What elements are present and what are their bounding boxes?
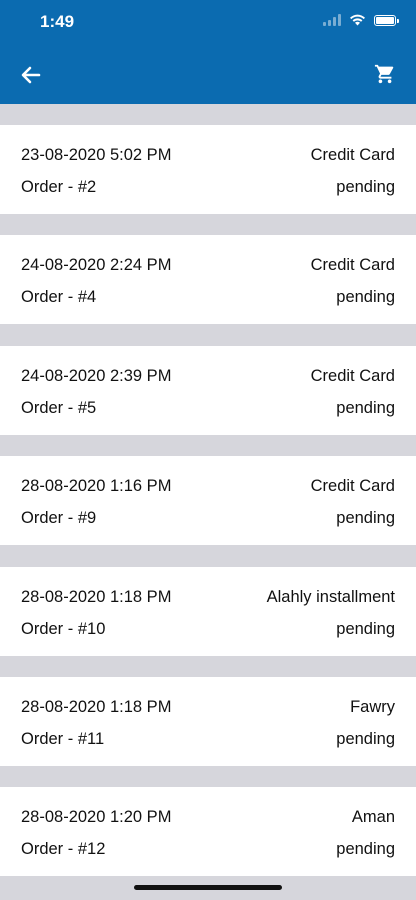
order-card[interactable]: 28-08-2020 1:18 PM Alahly installment Or… xyxy=(0,566,416,656)
order-number: Order - #10 xyxy=(21,619,106,638)
order-status: pending xyxy=(336,288,395,307)
order-status: pending xyxy=(336,178,395,196)
payment-method: Alahly installment xyxy=(266,587,395,606)
order-status: pending xyxy=(336,398,395,417)
payment-method: Credit Card xyxy=(310,366,395,385)
order-status: pending xyxy=(336,509,395,528)
order-date: 24-08-2020 2:24 PM xyxy=(21,256,172,275)
order-number: Order - #9 xyxy=(21,509,97,528)
order-date: 28-08-2020 1:18 PM xyxy=(21,697,172,716)
order-card[interactable]: 28-08-2020 1:20 PM Aman Order - #12 pend… xyxy=(0,787,416,877)
order-date: 23-08-2020 5:02 PM xyxy=(21,146,172,164)
order-number: Order - #12 xyxy=(21,840,106,859)
order-number: Order - #2 xyxy=(21,178,97,196)
order-date: 28-08-2020 1:16 PM xyxy=(21,477,172,496)
payment-method: Credit Card xyxy=(310,146,395,164)
order-card[interactable]: 24-08-2020 2:39 PM Credit Card Order - #… xyxy=(0,345,416,435)
order-status: pending xyxy=(336,619,395,638)
order-card[interactable]: 28-08-2020 1:18 PM Fawry Order - #11 pen… xyxy=(0,676,416,766)
order-number: Order - #4 xyxy=(21,288,97,307)
order-date: 24-08-2020 2:39 PM xyxy=(21,366,172,385)
order-card[interactable]: 24-08-2020 2:24 PM Credit Card Order - #… xyxy=(0,235,416,325)
order-card[interactable]: 23-08-2020 5:02 PM Credit Card Order - #… xyxy=(0,125,416,214)
wifi-icon xyxy=(350,14,365,26)
payment-method: Fawry xyxy=(350,697,395,716)
back-button[interactable] xyxy=(18,62,44,88)
status-time: 1:49 xyxy=(40,12,75,31)
app-header: 1:49 xyxy=(0,0,416,104)
order-status: pending xyxy=(336,840,395,859)
order-date: 28-08-2020 1:20 PM xyxy=(21,808,172,827)
order-date: 28-08-2020 1:18 PM xyxy=(21,587,172,606)
orders-list: 23-08-2020 5:02 PM Credit Card Order - #… xyxy=(0,125,416,898)
arrow-left-icon xyxy=(21,66,41,84)
battery-icon xyxy=(374,14,399,26)
cart-icon xyxy=(374,64,394,84)
payment-method: Credit Card xyxy=(310,256,395,275)
cart-button[interactable] xyxy=(374,63,396,85)
order-status: pending xyxy=(336,729,395,748)
payment-method: Credit Card xyxy=(310,477,395,496)
order-number: Order - #11 xyxy=(21,729,105,748)
home-indicator[interactable] xyxy=(134,885,282,890)
cellular-signal-icon xyxy=(323,14,341,26)
order-number: Order - #5 xyxy=(21,398,97,417)
payment-method: Aman xyxy=(351,808,395,827)
order-card[interactable]: 28-08-2020 1:16 PM Credit Card Order - #… xyxy=(0,456,416,546)
status-icons xyxy=(323,14,399,26)
